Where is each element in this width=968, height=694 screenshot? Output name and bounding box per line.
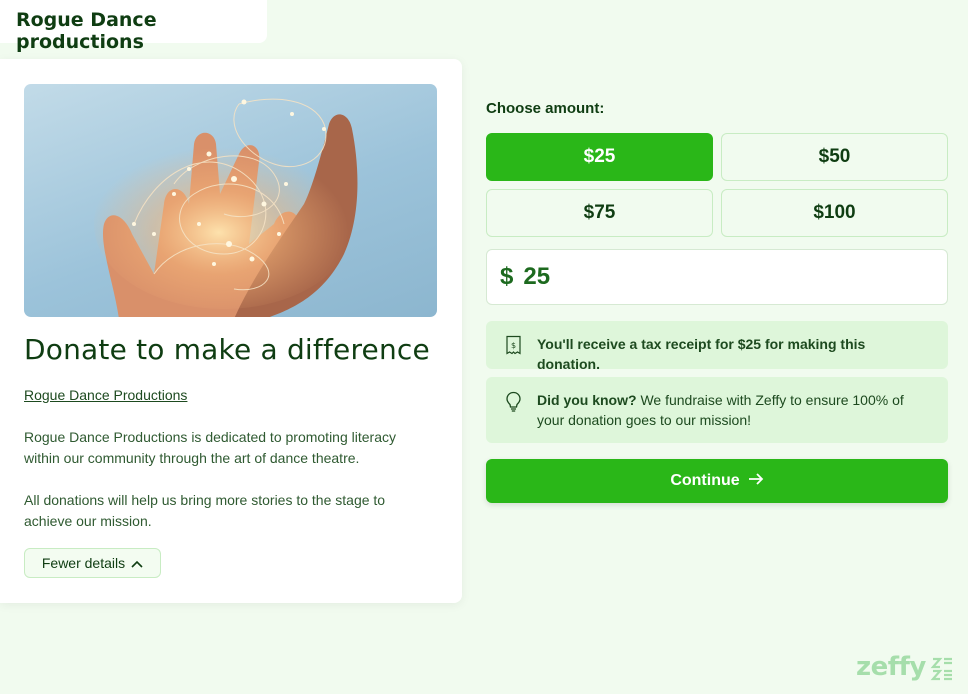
receipt-icon: $: [505, 335, 522, 360]
tax-receipt-text: You'll receive a tax receipt for $25 for…: [537, 336, 866, 372]
did-you-know-text: Did you know? We fundraise with Zeffy to…: [537, 390, 928, 430]
continue-button[interactable]: Continue: [486, 459, 948, 503]
amount-button-75[interactable]: $75: [486, 189, 713, 237]
tax-receipt-notice: $ You'll receive a tax receipt for $25 f…: [486, 321, 948, 372]
zeffy-logo-text: zeffy: [856, 652, 926, 682]
lightbulb-icon: [505, 391, 522, 418]
fewer-details-label: Fewer details: [41, 555, 126, 571]
did-you-know-notice: Did you know? We fundraise with Zeffy to…: [486, 377, 948, 443]
currency-symbol: $: [500, 263, 514, 290]
campaign-description-2: All donations will help us bring more st…: [24, 492, 386, 529]
zeffy-logo: zeffy: [856, 652, 956, 682]
campaign-title: Donate to make a difference: [24, 333, 430, 366]
amount-button-50[interactable]: $50: [721, 133, 948, 181]
campaign-image: [24, 84, 437, 317]
org-name: Rogue Dance productions: [16, 9, 157, 53]
arrow-right-icon: [748, 472, 764, 491]
org-link[interactable]: Rogue Dance Productions: [24, 387, 187, 403]
zeffy-mark-icon: [930, 657, 952, 681]
campaign-card: Donate to make a difference Rogue Dance …: [0, 59, 462, 603]
amount-button-100[interactable]: $100: [721, 189, 948, 237]
campaign-description: Rogue Dance Productions is dedicated to …: [24, 429, 396, 466]
custom-amount-input[interactable]: $ 25: [486, 249, 948, 305]
org-name-tab: Rogue Dance productions: [0, 0, 267, 53]
chevron-up-icon: [131, 555, 143, 571]
choose-amount-label: Choose amount:: [486, 100, 605, 117]
amount-button-25[interactable]: $25: [486, 133, 713, 181]
continue-label: Continue: [670, 472, 740, 489]
svg-text:$: $: [511, 341, 516, 350]
fewer-details-button[interactable]: Fewer details: [24, 548, 161, 578]
amount-value: 25: [523, 263, 551, 290]
did-you-know-label: Did you know?: [537, 392, 637, 408]
